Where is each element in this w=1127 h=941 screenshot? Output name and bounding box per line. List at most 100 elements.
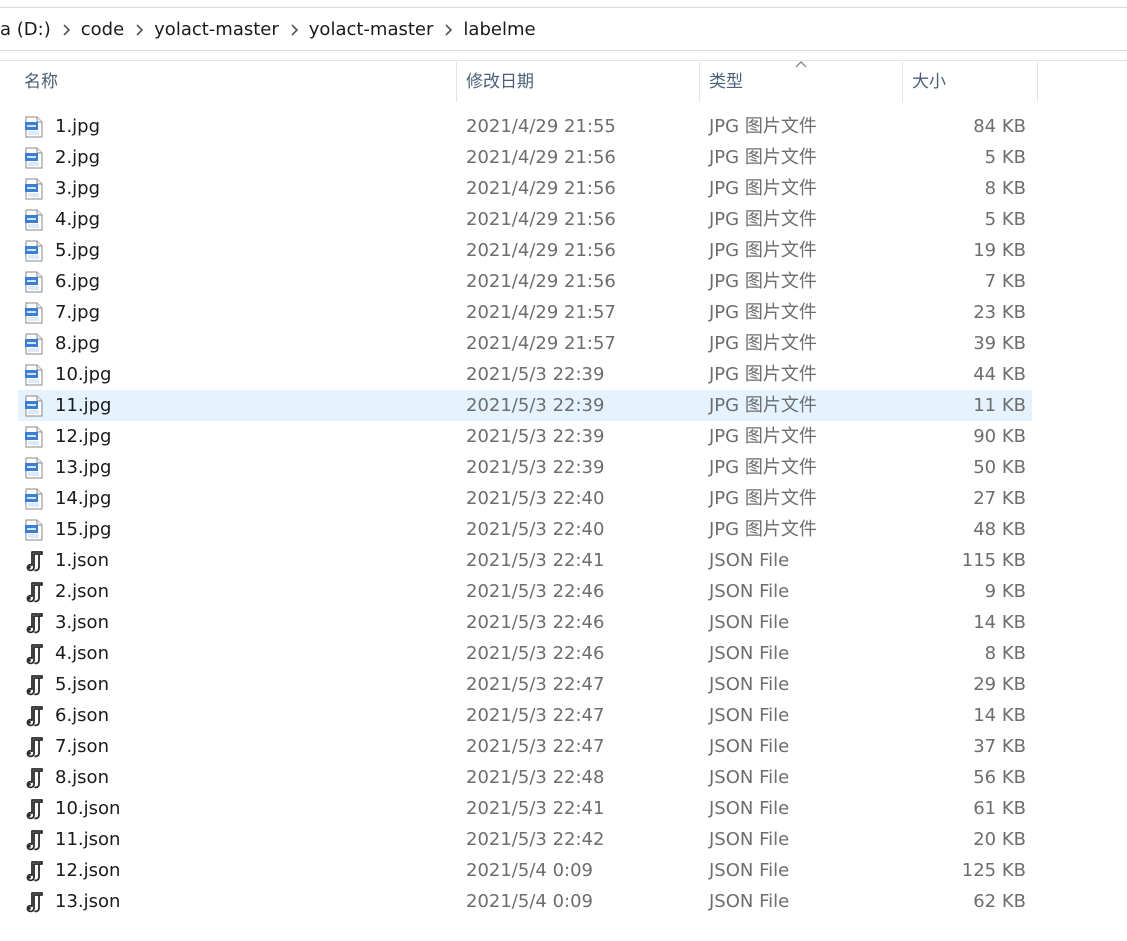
file-name: 3.jpg [55, 178, 101, 199]
file-name: 2.jpg [55, 147, 101, 168]
file-name: 1.jpg [55, 116, 101, 137]
column-header-name[interactable]: 名称 [24, 62, 456, 102]
file-size: 48 KB [973, 519, 1026, 540]
file-name: 10.json [55, 798, 121, 819]
file-row[interactable]: 10.json 2021/5/3 22:41 JSON File 61 KB [18, 793, 1032, 824]
file-explorer-window: a (D:) code yolact-master yolact-master … [0, 0, 1127, 941]
column-divider[interactable] [456, 62, 457, 102]
jpg-file-icon [24, 111, 46, 142]
column-header-type[interactable]: 类型 [709, 62, 902, 102]
jpg-file-icon [24, 483, 46, 514]
file-row[interactable]: 3.json 2021/5/3 22:46 JSON File 14 KB [18, 607, 1032, 638]
file-modified-date: 2021/5/3 22:42 [466, 829, 605, 850]
file-row[interactable]: 6.json 2021/5/3 22:47 JSON File 14 KB [18, 700, 1032, 731]
file-row[interactable]: 8.jpg 2021/4/29 21:57 JPG 图片文件 39 KB [18, 328, 1032, 359]
file-row[interactable]: 3.jpg 2021/4/29 21:56 JPG 图片文件 8 KB [18, 173, 1032, 204]
json-file-icon [24, 576, 46, 607]
file-row[interactable]: 7.jpg 2021/4/29 21:57 JPG 图片文件 23 KB [18, 297, 1032, 328]
file-name: 6.jpg [55, 271, 101, 292]
file-size: 27 KB [973, 488, 1026, 509]
file-modified-date: 2021/5/3 22:39 [466, 457, 605, 478]
column-divider[interactable] [902, 62, 903, 102]
json-file-icon [24, 607, 46, 638]
jpg-file-icon [24, 297, 46, 328]
file-name: 14.jpg [55, 488, 112, 509]
file-name: 12.jpg [55, 426, 112, 447]
file-row[interactable]: 1.json 2021/5/3 22:41 JSON File 115 KB [18, 545, 1032, 576]
file-row[interactable]: 13.jpg 2021/5/3 22:39 JPG 图片文件 50 KB [18, 452, 1032, 483]
breadcrumb-code[interactable]: code [81, 19, 124, 40]
file-row[interactable]: 5.json 2021/5/3 22:47 JSON File 29 KB [18, 669, 1032, 700]
breadcrumb: a (D:) code yolact-master yolact-master … [0, 8, 536, 50]
file-size: 5 KB [984, 147, 1026, 168]
file-size: 90 KB [973, 426, 1026, 447]
file-modified-date: 2021/5/3 22:47 [466, 674, 605, 695]
file-row[interactable]: 2.jpg 2021/4/29 21:56 JPG 图片文件 5 KB [18, 142, 1032, 173]
file-size: 56 KB [973, 767, 1026, 788]
address-bar[interactable]: a (D:) code yolact-master yolact-master … [0, 7, 1127, 51]
file-name: 13.jpg [55, 457, 112, 478]
file-row[interactable]: 12.jpg 2021/5/3 22:39 JPG 图片文件 90 KB [18, 421, 1032, 452]
file-row[interactable]: 8.json 2021/5/3 22:48 JSON File 56 KB [18, 762, 1032, 793]
file-type: JPG 图片文件 [709, 240, 817, 261]
jpg-file-icon [24, 204, 46, 235]
jpg-file-icon [24, 266, 46, 297]
file-type: JPG 图片文件 [709, 488, 817, 509]
breadcrumb-drive[interactable]: a (D:) [0, 19, 51, 40]
chevron-right-icon[interactable] [279, 20, 309, 38]
file-modified-date: 2021/4/29 21:55 [466, 116, 616, 137]
file-name: 3.json [55, 612, 109, 633]
column-divider[interactable] [1037, 62, 1038, 102]
file-row[interactable]: 5.jpg 2021/4/29 21:56 JPG 图片文件 19 KB [18, 235, 1032, 266]
file-modified-date: 2021/4/29 21:56 [466, 240, 616, 261]
breadcrumb-labelme[interactable]: labelme [463, 19, 535, 40]
file-row[interactable]: 1.jpg 2021/4/29 21:55 JPG 图片文件 84 KB [18, 111, 1032, 142]
file-size: 7 KB [984, 271, 1026, 292]
file-size: 61 KB [973, 798, 1026, 819]
file-row[interactable]: 15.jpg 2021/5/3 22:40 JPG 图片文件 48 KB [18, 514, 1032, 545]
file-modified-date: 2021/5/3 22:46 [466, 612, 605, 633]
file-name: 15.jpg [55, 519, 112, 540]
file-type: JPG 图片文件 [709, 519, 817, 540]
file-row[interactable]: 10.jpg 2021/5/3 22:39 JPG 图片文件 44 KB [18, 359, 1032, 390]
file-row[interactable]: 6.jpg 2021/4/29 21:56 JPG 图片文件 7 KB [18, 266, 1032, 297]
file-type: JPG 图片文件 [709, 457, 817, 478]
file-size: 50 KB [973, 457, 1026, 478]
file-row[interactable]: 13.json 2021/5/4 0:09 JSON File 62 KB [18, 886, 1032, 917]
file-name: 5.jpg [55, 240, 101, 261]
file-type: JPG 图片文件 [709, 395, 817, 416]
file-name: 6.json [55, 705, 109, 726]
jpg-file-icon [24, 390, 46, 421]
file-row[interactable]: 14.jpg 2021/5/3 22:40 JPG 图片文件 27 KB [18, 483, 1032, 514]
file-row[interactable]: 11.json 2021/5/3 22:42 JSON File 20 KB [18, 824, 1032, 855]
json-file-icon [24, 855, 46, 886]
breadcrumb-yolact-master-1[interactable]: yolact-master [154, 19, 279, 40]
file-type: JSON File [709, 736, 790, 757]
file-size: 115 KB [961, 550, 1026, 571]
file-row[interactable]: 4.jpg 2021/4/29 21:56 JPG 图片文件 5 KB [18, 204, 1032, 235]
file-size: 125 KB [961, 860, 1026, 881]
file-row[interactable]: 11.jpg 2021/5/3 22:39 JPG 图片文件 11 KB [18, 390, 1032, 421]
file-row[interactable]: 7.json 2021/5/3 22:47 JSON File 37 KB [18, 731, 1032, 762]
file-type: JSON File [709, 550, 790, 571]
column-divider[interactable] [699, 62, 700, 102]
chevron-right-icon[interactable] [51, 20, 81, 38]
file-row[interactable]: 12.json 2021/5/4 0:09 JSON File 125 KB [18, 855, 1032, 886]
file-modified-date: 2021/4/29 21:56 [466, 271, 616, 292]
chevron-right-icon[interactable] [124, 20, 154, 38]
breadcrumb-yolact-master-2[interactable]: yolact-master [309, 19, 434, 40]
divider [0, 60, 1127, 61]
file-row[interactable]: 4.json 2021/5/3 22:46 JSON File 8 KB [18, 638, 1032, 669]
column-header-date[interactable]: 修改日期 [466, 62, 699, 102]
chevron-right-icon[interactable] [433, 20, 463, 38]
file-row[interactable]: 2.json 2021/5/3 22:46 JSON File 9 KB [18, 576, 1032, 607]
file-name: 12.json [55, 860, 121, 881]
file-type: JSON File [709, 643, 790, 664]
file-name: 2.json [55, 581, 109, 602]
file-name: 11.jpg [55, 395, 112, 416]
file-type: JSON File [709, 581, 790, 602]
json-file-icon [24, 762, 46, 793]
file-type: JSON File [709, 829, 790, 850]
column-header-size[interactable]: 大小 [912, 62, 1037, 102]
file-type: JSON File [709, 705, 790, 726]
